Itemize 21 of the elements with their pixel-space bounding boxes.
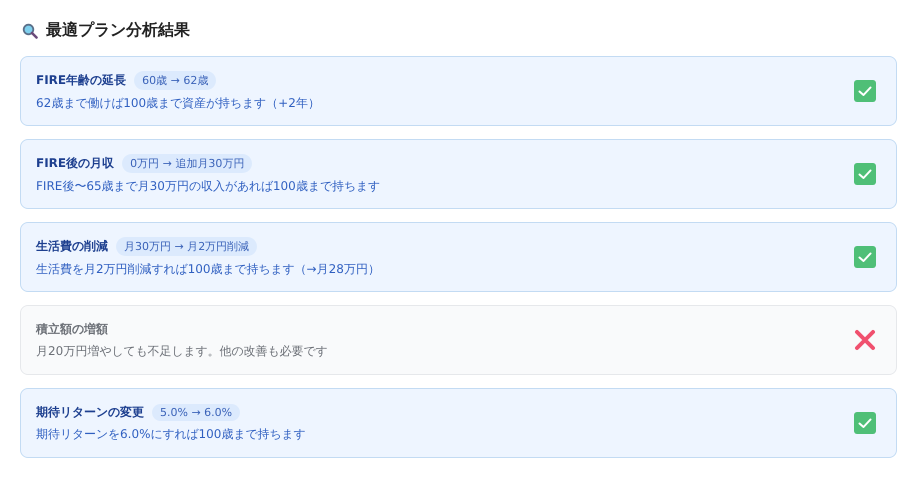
change-tag: 5.0% → 6.0% — [152, 404, 240, 420]
change-tag: 月30万円 → 月2万円削減 — [116, 236, 258, 256]
result-title: 期待リターンの変更 — [36, 404, 144, 420]
result-title: FIRE後の月収 — [36, 154, 114, 172]
section-title: 最適プラン分析結果 — [46, 20, 190, 41]
check-icon — [854, 80, 876, 102]
check-icon — [854, 246, 876, 268]
result-description: 62歳まで働けば100歳まで資産が持ちます（+2年） — [36, 94, 320, 112]
change-tag: 60歳 → 62歳 — [134, 70, 216, 90]
search-icon — [22, 22, 38, 38]
result-title: 生活費の削減 — [36, 238, 108, 254]
result-description: 生活費を月2万円削減すれば100歳まで持ちます（→月28万円） — [36, 260, 380, 278]
change-tag: 0万円 → 追加月30万円 — [122, 154, 252, 172]
result-title: FIRE年齢の延長 — [36, 72, 126, 88]
check-icon — [854, 163, 876, 185]
result-title: 積立額の増額 — [36, 320, 108, 338]
result-description: 期待リターンを6.0%にすれば100歳まで持ちます — [36, 426, 306, 442]
result-description: 月20万円増やしても不足します。他の改善も必要です — [36, 342, 328, 360]
check-icon — [854, 412, 876, 434]
cross-icon — [854, 329, 876, 351]
result-description: FIRE後〜65歳まで月30万円の収入があれば100歳まで持ちます — [36, 178, 380, 194]
